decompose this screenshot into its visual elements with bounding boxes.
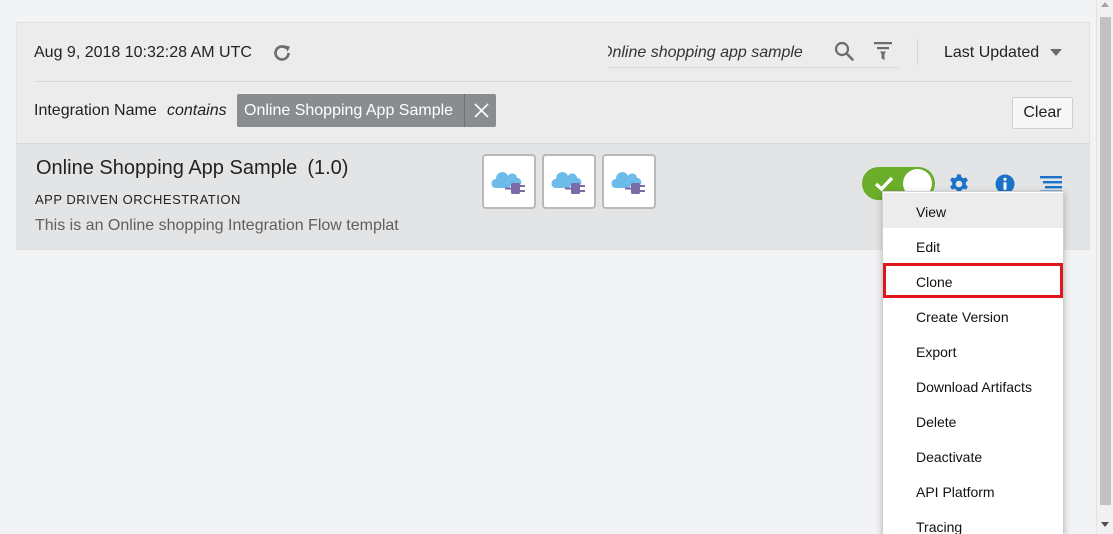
chip-divider	[464, 94, 465, 127]
adapter-connection-2[interactable]	[542, 154, 596, 209]
caret-down-icon[interactable]	[1050, 49, 1062, 56]
scroll-up-arrow-icon[interactable]	[1101, 2, 1109, 7]
menu-item-label: Tracing	[916, 519, 963, 534]
menu-item-view[interactable]: View	[883, 193, 1063, 228]
scroll-thumb[interactable]	[1100, 17, 1111, 505]
menu-item-label: Download Artifacts	[916, 379, 1032, 395]
menu-item-label: Export	[916, 344, 957, 360]
cloud-plug-icon	[611, 172, 645, 194]
filter-chip[interactable]: Online Shopping App Sample	[237, 94, 496, 127]
checkmark-icon	[874, 176, 894, 192]
menu-item-label: API Platform	[916, 484, 995, 500]
menu-item-deactivate[interactable]: Deactivate	[883, 438, 1063, 473]
menu-item-label: Edit	[916, 239, 941, 255]
filter-field-label: Integration Name	[34, 102, 157, 119]
actions-menu: View Edit Clone Create Version Export Do…	[882, 191, 1064, 534]
menu-item-label: Delete	[916, 414, 957, 430]
vertical-scrollbar[interactable]	[1096, 0, 1113, 534]
menu-item-label: Deactivate	[916, 449, 983, 465]
adapter-connection-3[interactable]	[602, 154, 656, 209]
toolbar-divider	[917, 39, 918, 65]
menu-item-delete[interactable]: Delete	[883, 403, 1063, 438]
integration-pattern: APP DRIVEN ORCHESTRATION	[35, 192, 241, 207]
cloud-plug-icon	[551, 172, 585, 194]
search-icon[interactable]	[834, 41, 854, 61]
refresh-icon[interactable]	[271, 42, 293, 64]
integration-version: (1.0)	[307, 157, 349, 179]
menu-item-download-artifacts[interactable]: Download Artifacts	[883, 368, 1063, 403]
menu-item-edit[interactable]: Edit	[883, 228, 1063, 263]
toolbar-separator	[34, 81, 1072, 82]
scroll-down-arrow-icon[interactable]	[1101, 522, 1109, 527]
adapter-connection-1[interactable]	[482, 154, 536, 209]
cloud-plug-icon	[491, 172, 525, 194]
last-refresh-timestamp: Aug 9, 2018 10:32:28 AM UTC	[34, 44, 252, 61]
filter-operator: contains	[167, 102, 227, 119]
menu-item-api-platform[interactable]: API Platform	[883, 473, 1063, 508]
menu-item-create-version[interactable]: Create Version	[883, 298, 1063, 333]
search-input[interactable]	[608, 42, 820, 64]
clear-button[interactable]: Clear	[1012, 97, 1073, 129]
menu-item-clone[interactable]: Clone	[883, 263, 1063, 298]
menu-item-export[interactable]: Export	[883, 333, 1063, 368]
search-field[interactable]	[608, 38, 898, 68]
filter-chip-label: Online Shopping App Sample	[244, 102, 454, 119]
menu-item-label: View	[916, 204, 947, 220]
menu-item-label: Create Version	[916, 309, 1009, 325]
menu-item-tracing[interactable]: Tracing	[883, 508, 1063, 534]
menu-item-label: Clone	[916, 274, 953, 290]
sort-dropdown[interactable]: Last Updated	[944, 44, 1039, 62]
integration-name: Online Shopping App Sample	[36, 157, 298, 179]
integration-description: This is an Online shopping Integration F…	[35, 217, 399, 234]
filter-icon[interactable]	[874, 41, 892, 61]
integration-title[interactable]: Online Shopping App Sample (1.0)	[36, 157, 348, 180]
close-icon[interactable]	[467, 94, 496, 127]
